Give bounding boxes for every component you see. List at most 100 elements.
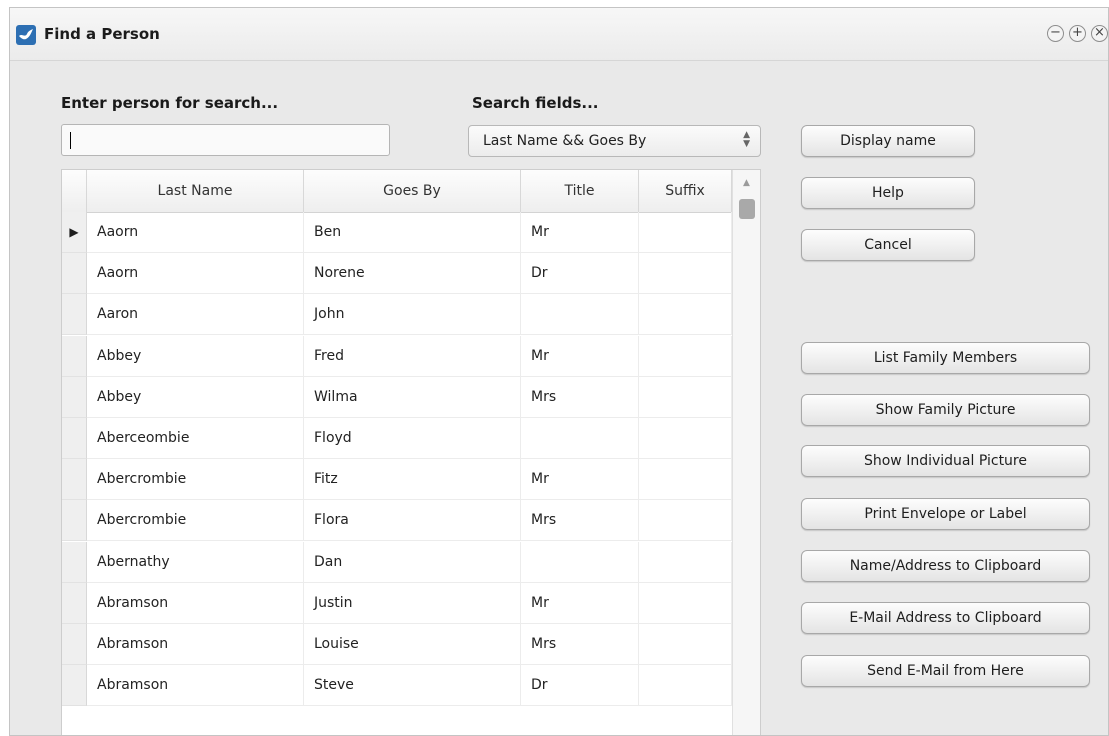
scroll-thumb[interactable]	[739, 199, 755, 219]
cell-last-name[interactable]: Abramson	[87, 665, 304, 707]
cell-last-name[interactable]: Aaron	[87, 294, 304, 336]
table-row[interactable]: Abramson Justin Mr	[62, 582, 732, 624]
cell-suffix[interactable]	[639, 665, 732, 707]
title-bar[interactable]: Find a Person − + ×	[10, 8, 1108, 60]
cell-title[interactable]: Mrs	[521, 376, 639, 418]
search-fields-select[interactable]: Last Name && Goes By ▲ ▼	[468, 125, 761, 157]
cell-goes-by[interactable]: Fitz	[304, 459, 521, 501]
cell-suffix[interactable]	[639, 500, 732, 542]
cell-suffix[interactable]	[639, 418, 732, 459]
cell-last-name[interactable]: Aaorn	[87, 253, 304, 295]
table-row[interactable]: Abercrombie Flora Mrs	[62, 500, 732, 542]
cell-last-name[interactable]: Aaorn	[87, 212, 304, 253]
cell-goes-by[interactable]: Norene	[304, 253, 521, 295]
cell-title[interactable]: Mrs	[521, 624, 639, 665]
cell-goes-by[interactable]: Fred	[304, 335, 521, 377]
email-address-clipboard-button[interactable]: E-Mail Address to Clipboard	[801, 602, 1090, 634]
cell-suffix[interactable]	[639, 253, 732, 295]
text-caret	[70, 132, 71, 149]
cell-suffix[interactable]	[639, 624, 732, 665]
column-header-title[interactable]: Title	[521, 170, 639, 212]
cell-goes-by[interactable]: Steve	[304, 665, 521, 707]
cell-suffix[interactable]	[639, 376, 732, 418]
cell-title[interactable]	[521, 294, 639, 336]
display-name-button[interactable]: Display name	[801, 125, 975, 157]
cell-last-name[interactable]: Abbey	[87, 335, 304, 377]
scroll-up-icon[interactable]: ▲	[733, 178, 760, 188]
search-fields-value: Last Name && Goes By	[483, 133, 647, 149]
cell-goes-by[interactable]: Dan	[304, 541, 521, 583]
table-row[interactable]: Abramson Louise Mrs	[62, 624, 732, 665]
cancel-button[interactable]: Cancel	[801, 229, 975, 261]
row-header[interactable]	[62, 500, 87, 542]
close-icon[interactable]: ×	[1091, 25, 1108, 42]
cell-title[interactable]: Mr	[521, 459, 639, 501]
cell-last-name[interactable]: Abercrombie	[87, 500, 304, 542]
list-family-members-button[interactable]: List Family Members	[801, 342, 1090, 374]
search-input[interactable]	[61, 124, 390, 156]
cell-goes-by[interactable]: Floyd	[304, 418, 521, 459]
row-header[interactable]	[62, 582, 87, 624]
table-row[interactable]: Aaron John	[62, 294, 732, 336]
cell-title[interactable]: Dr	[521, 253, 639, 295]
cell-title[interactable]: Mr	[521, 582, 639, 624]
cell-goes-by[interactable]: Louise	[304, 624, 521, 665]
print-envelope-button[interactable]: Print Envelope or Label	[801, 498, 1090, 530]
cell-last-name[interactable]: Abramson	[87, 624, 304, 665]
help-button[interactable]: Help	[801, 177, 975, 209]
current-row-indicator-icon[interactable]: ▶	[62, 212, 87, 253]
row-header[interactable]	[62, 541, 87, 583]
table-row[interactable]: Abramson Steve Dr	[62, 665, 732, 707]
row-header[interactable]	[62, 624, 87, 665]
column-header-last-name[interactable]: Last Name	[87, 170, 304, 212]
cell-goes-by[interactable]: Wilma	[304, 376, 521, 418]
name-address-clipboard-button[interactable]: Name/Address to Clipboard	[801, 550, 1090, 582]
minimize-icon[interactable]: −	[1047, 25, 1064, 42]
cell-goes-by[interactable]: John	[304, 294, 521, 336]
cell-title[interactable]	[521, 418, 639, 459]
search-fields-label: Search fields...	[472, 94, 599, 112]
cell-suffix[interactable]	[639, 335, 732, 377]
table-row[interactable]: ▶ Aaorn Ben Mr	[62, 212, 732, 253]
cell-last-name[interactable]: Abernathy	[87, 541, 304, 583]
row-header[interactable]	[62, 459, 87, 501]
table-row[interactable]: Abbey Fred Mr	[62, 335, 732, 377]
table-row[interactable]: Aaorn Norene Dr	[62, 253, 732, 295]
table-row[interactable]: Abbey Wilma Mrs	[62, 376, 732, 418]
column-header-suffix[interactable]: Suffix	[639, 170, 732, 212]
cell-suffix[interactable]	[639, 541, 732, 583]
cell-title[interactable]: Mrs	[521, 500, 639, 542]
cell-last-name[interactable]: Aberceombie	[87, 418, 304, 459]
cell-goes-by[interactable]: Flora	[304, 500, 521, 542]
table-row[interactable]: Abercrombie Fitz Mr	[62, 459, 732, 501]
show-family-picture-button[interactable]: Show Family Picture	[801, 394, 1090, 426]
cell-goes-by[interactable]: Justin	[304, 582, 521, 624]
row-header-corner	[62, 170, 87, 212]
row-header[interactable]	[62, 335, 87, 377]
cell-suffix[interactable]	[639, 459, 732, 501]
cell-title[interactable]: Mr	[521, 212, 639, 253]
row-header[interactable]	[62, 253, 87, 295]
table-row[interactable]: Aberceombie Floyd	[62, 418, 732, 459]
cell-suffix[interactable]	[639, 294, 732, 336]
cell-suffix[interactable]	[639, 212, 732, 253]
cell-goes-by[interactable]: Ben	[304, 212, 521, 253]
row-header[interactable]	[62, 294, 87, 336]
column-header-goes-by[interactable]: Goes By	[304, 170, 521, 212]
cell-title[interactable]: Dr	[521, 665, 639, 707]
row-header[interactable]	[62, 418, 87, 459]
cell-title[interactable]	[521, 541, 639, 583]
row-header[interactable]	[62, 665, 87, 707]
row-header[interactable]	[62, 376, 87, 418]
table-row[interactable]: Abernathy Dan	[62, 541, 732, 583]
search-label: Enter person for search...	[61, 94, 279, 112]
show-individual-picture-button[interactable]: Show Individual Picture	[801, 445, 1090, 477]
maximize-icon[interactable]: +	[1069, 25, 1086, 42]
cell-last-name[interactable]: Abbey	[87, 376, 304, 418]
vertical-scrollbar[interactable]: ▲ ▼	[732, 170, 760, 735]
send-email-button[interactable]: Send E-Mail from Here	[801, 655, 1090, 687]
cell-last-name[interactable]: Abercrombie	[87, 459, 304, 501]
cell-title[interactable]: Mr	[521, 335, 639, 377]
cell-suffix[interactable]	[639, 582, 732, 624]
cell-last-name[interactable]: Abramson	[87, 582, 304, 624]
